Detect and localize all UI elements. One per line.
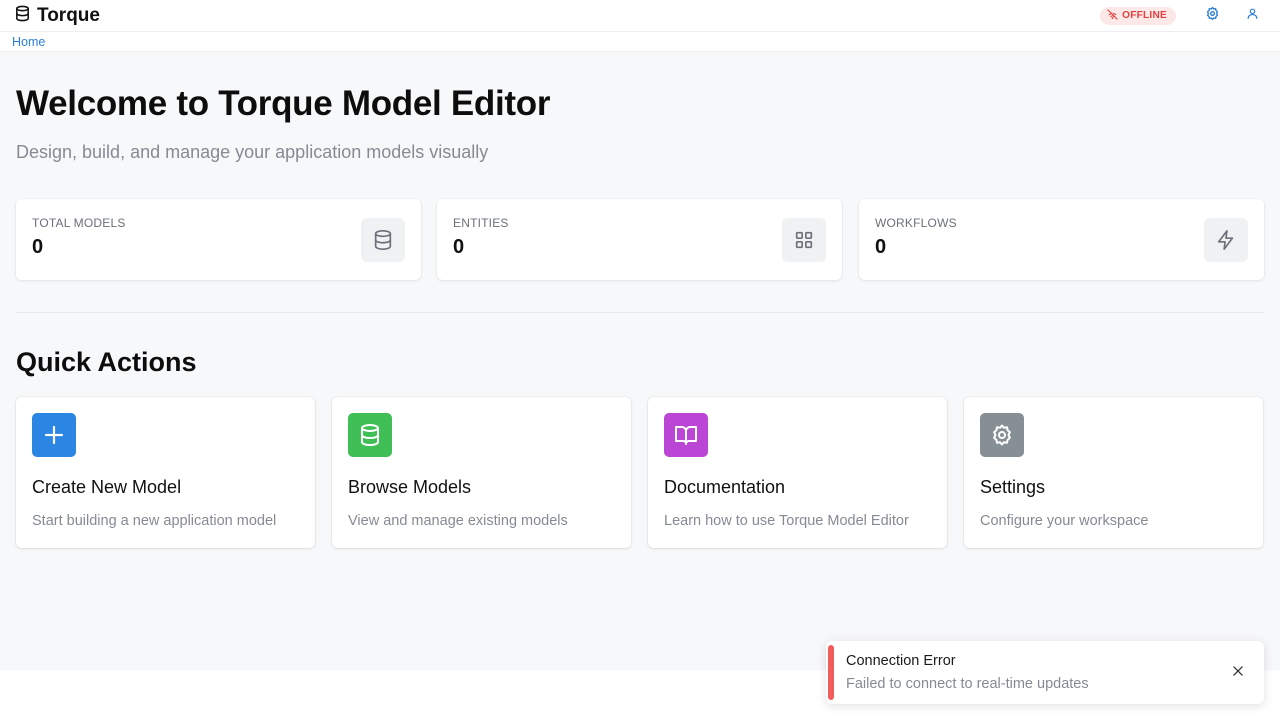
quick-actions-title: Quick Actions <box>16 347 197 377</box>
gear-icon <box>1205 6 1220 26</box>
database-icon <box>14 5 31 27</box>
book-icon <box>664 413 708 457</box>
action-title: Create New Model <box>32 477 182 497</box>
database-icon <box>348 413 392 457</box>
connection-error-toast: Connection Error Failed to connect to re… <box>826 641 1264 704</box>
app-name: Torque <box>37 4 100 26</box>
toast-title: Connection Error <box>846 653 956 669</box>
database-icon <box>361 218 405 262</box>
action-description: Start building a new application model <box>32 513 277 529</box>
action-title: Documentation <box>664 477 786 497</box>
stat-label: TOTAL MODELS <box>32 216 126 230</box>
grid-icon <box>782 218 826 262</box>
brand[interactable]: Torque <box>14 5 100 27</box>
user-icon <box>1246 7 1259 25</box>
action-description: Learn how to use Torque Model Editor <box>664 513 909 529</box>
status-badge: OFFLINE <box>1100 6 1176 25</box>
stat-value: 0 <box>875 236 887 258</box>
breadcrumb-home[interactable]: Home <box>12 35 45 49</box>
plus-icon <box>32 413 76 457</box>
toast-message: Failed to connect to real-time updates <box>846 676 1089 692</box>
top-bar: Torque OFFLINE <box>0 0 1280 32</box>
browse-models-card[interactable]: Browse Models View and manage existing m… <box>332 397 631 548</box>
toast-accent-bar <box>828 645 834 700</box>
section-divider <box>16 312 1264 313</box>
action-description: Configure your workspace <box>980 513 1149 529</box>
stat-card-workflows: WORKFLOWS 0 <box>859 199 1264 280</box>
lightning-icon <box>1204 218 1248 262</box>
stat-label: ENTITIES <box>453 216 509 230</box>
stat-label: WORKFLOWS <box>875 216 957 230</box>
close-icon <box>1231 664 1245 683</box>
main-content: Welcome to Torque Model Editor Design, b… <box>0 52 1280 670</box>
action-title: Settings <box>980 477 1046 497</box>
toast-close-button[interactable] <box>1228 663 1248 683</box>
stat-value: 0 <box>32 236 44 258</box>
breadcrumb: Home <box>0 32 1280 52</box>
action-description: View and manage existing models <box>348 513 568 529</box>
user-menu-button[interactable] <box>1238 2 1266 30</box>
wifi-off-icon <box>1107 8 1118 23</box>
status-badge-label: OFFLINE <box>1122 10 1167 21</box>
action-title: Browse Models <box>348 477 472 497</box>
create-new-model-card[interactable]: Create New Model Start building a new ap… <box>16 397 315 548</box>
top-right-controls: OFFLINE <box>1100 2 1266 30</box>
settings-button[interactable] <box>1198 2 1226 30</box>
page-subtitle: Design, build, and manage your applicati… <box>16 142 489 162</box>
gear-icon <box>980 413 1024 457</box>
settings-card[interactable]: Settings Configure your workspace <box>964 397 1263 548</box>
documentation-card[interactable]: Documentation Learn how to use Torque Mo… <box>648 397 947 548</box>
stat-card-total-models: TOTAL MODELS 0 <box>16 199 421 280</box>
stat-value: 0 <box>453 236 465 258</box>
page-title: Welcome to Torque Model Editor <box>16 84 551 123</box>
stat-card-entities: ENTITIES 0 <box>437 199 842 280</box>
